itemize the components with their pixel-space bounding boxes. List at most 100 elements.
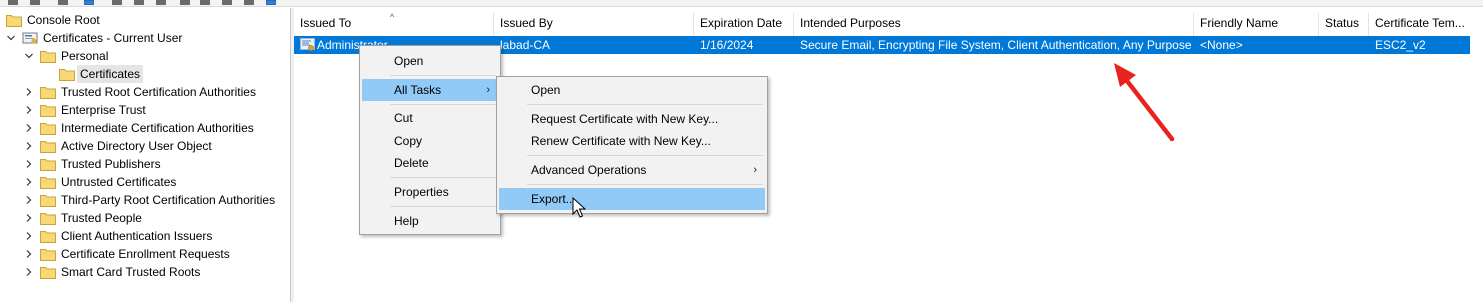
tree-item-label: Third-Party Root Certification Authoriti… [61, 193, 276, 207]
tree-item-label: Certificates - Current User [43, 31, 183, 45]
menu-separator [527, 155, 763, 156]
tree-item-folder[interactable]: Client Authentication Issuers [22, 227, 212, 245]
chevron-right-icon[interactable] [22, 175, 36, 189]
tree-item-label: Console Root [27, 13, 100, 27]
cell-issued-by: labad-CA [500, 38, 551, 52]
menu-item-help[interactable]: Help [362, 210, 498, 232]
column-issued-to[interactable]: Issued To ^ [294, 13, 494, 36]
tree-item-label: Client Authentication Issuers [61, 229, 213, 243]
refresh-icon[interactable] [180, 0, 190, 5]
tree-item-folder[interactable]: Smart Card Trusted Roots [22, 263, 200, 281]
chevron-right-icon[interactable] [22, 265, 36, 279]
cell-friendly-name: <None> [1200, 38, 1243, 52]
menu-item-label: Export... [531, 192, 576, 206]
menu-item-all-tasks[interactable]: All Tasks › [362, 79, 498, 101]
show-tree-icon[interactable] [84, 0, 94, 5]
chevron-right-icon[interactable] [22, 121, 36, 135]
menu-separator [527, 184, 763, 185]
delete-icon[interactable] [156, 0, 166, 5]
menu-item-delete[interactable]: Delete [362, 152, 498, 174]
menu-item-label: Open [394, 54, 424, 68]
tree-item-label: Certificates [77, 65, 144, 83]
folder-icon [40, 266, 56, 279]
menu-separator [390, 206, 496, 207]
column-friendly-name[interactable]: Friendly Name [1194, 13, 1319, 36]
chevron-down-icon[interactable] [22, 49, 36, 63]
menu-item-label: Copy [394, 134, 423, 148]
tree-item-folder[interactable]: Enterprise Trust [22, 101, 146, 119]
forward-icon[interactable] [30, 0, 40, 5]
tree-item-personal[interactable]: Personal [22, 47, 108, 65]
tree-item-folder[interactable]: Untrusted Certificates [22, 173, 176, 191]
list-header: Issued To ^ Issued By Expiration Date In… [294, 13, 1483, 36]
menu-item-export[interactable]: Export... [499, 188, 765, 210]
menu-item-open[interactable]: Open [362, 50, 498, 72]
column-issued-by[interactable]: Issued By [494, 13, 694, 36]
back-icon[interactable] [8, 0, 18, 5]
column-certificate-template[interactable]: Certificate Tem... [1369, 13, 1483, 36]
action-icon[interactable] [266, 0, 276, 5]
folder-icon [40, 140, 56, 153]
column-status[interactable]: Status [1319, 13, 1369, 36]
menu-item-request-new-key[interactable]: Request Certificate with New Key... [499, 108, 765, 130]
tree-item-folder[interactable]: Certificate Enrollment Requests [22, 245, 230, 263]
chevron-right-icon[interactable] [22, 157, 36, 171]
up-folder-icon[interactable] [58, 0, 68, 5]
column-intended-purposes[interactable]: Intended Purposes [794, 13, 1194, 36]
toolbar [0, 0, 1483, 7]
tree-item-label: Smart Card Trusted Roots [61, 265, 201, 279]
menu-item-label: Delete [394, 156, 429, 170]
menu-item-cut[interactable]: Cut [362, 107, 498, 129]
tree-item-label: Active Directory User Object [61, 139, 212, 153]
cut-icon[interactable] [112, 0, 122, 5]
chevron-right-icon[interactable] [22, 193, 36, 207]
menu-item-label: Open [531, 83, 561, 97]
mouse-pointer-icon [572, 197, 586, 218]
menu-item-advanced-operations[interactable]: Advanced Operations › [499, 159, 765, 181]
chevron-right-icon[interactable] [22, 103, 36, 117]
chevron-right-icon[interactable] [22, 247, 36, 261]
tree-item-folder[interactable]: Active Directory User Object [22, 137, 212, 155]
cell-expiration: 1/16/2024 [700, 38, 754, 52]
chevron-right-icon[interactable] [22, 139, 36, 153]
copy-icon[interactable] [134, 0, 144, 5]
menu-item-renew-new-key[interactable]: Renew Certificate with New Key... [499, 130, 765, 152]
tree-item-folder[interactable]: Intermediate Certification Authorities [22, 119, 254, 137]
cell-intended-purposes: Secure Email, Encrypting File System, Cl… [800, 38, 1192, 52]
export-list-icon[interactable] [200, 0, 210, 5]
console-tree: Console Root Certificates - Current User… [0, 8, 290, 302]
column-label: Status [1325, 16, 1360, 30]
menu-item-copy[interactable]: Copy [362, 130, 498, 152]
column-label: Intended Purposes [800, 16, 901, 30]
chevron-right-icon[interactable] [22, 211, 36, 225]
chevron-right-icon[interactable] [22, 85, 36, 99]
tree-item-label: Personal [61, 49, 109, 63]
tree-item-label: Enterprise Trust [61, 103, 146, 117]
submenu-arrow-icon: › [486, 84, 490, 96]
sort-ascending-icon: ^ [390, 13, 395, 22]
menu-item-properties[interactable]: Properties [362, 181, 498, 203]
tree-item-folder[interactable]: Trusted Root Certification Authorities [22, 83, 256, 101]
tree-item-label: Untrusted Certificates [61, 175, 177, 189]
menu-item-label: All Tasks [394, 83, 442, 97]
tree-item-folder[interactable]: Trusted People [22, 209, 142, 227]
column-label: Certificate Tem... [1375, 16, 1465, 30]
column-label: Expiration Date [700, 16, 783, 30]
chevron-right-icon[interactable] [22, 229, 36, 243]
folder-icon [40, 50, 56, 63]
properties-icon[interactable] [244, 0, 254, 5]
tree-item-console-root[interactable]: Console Root [6, 11, 100, 29]
menu-item-open[interactable]: Open [499, 79, 765, 101]
tree-item-certificates[interactable]: Certificates [59, 65, 144, 83]
tree-item-folder[interactable]: Third-Party Root Certification Authoriti… [22, 191, 275, 209]
tree-item-certificates-current-user[interactable]: Certificates - Current User [4, 29, 182, 47]
chevron-down-icon[interactable] [4, 31, 18, 45]
tree-item-label: Trusted Publishers [61, 157, 161, 171]
tree-item-folder[interactable]: Trusted Publishers [22, 155, 161, 173]
cell-template: ESC2_v2 [1375, 38, 1426, 52]
folder-icon [40, 158, 56, 171]
certificate-store-icon [22, 32, 38, 45]
column-expiration-date[interactable]: Expiration Date [694, 13, 794, 36]
help-icon[interactable] [222, 0, 232, 5]
menu-separator [390, 177, 496, 178]
